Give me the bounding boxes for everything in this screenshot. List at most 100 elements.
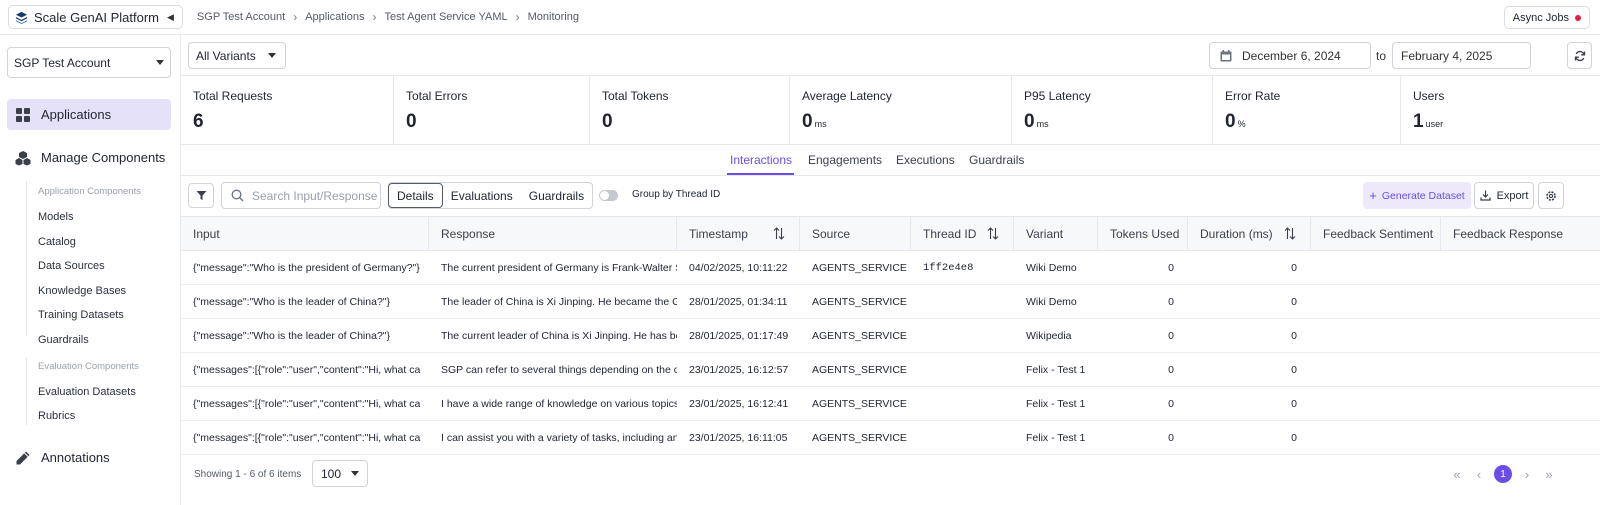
column-header-source[interactable]: Source	[800, 217, 911, 251]
sidebar-item-data-sources[interactable]: Data Sources	[38, 260, 105, 272]
generate-dataset-button[interactable]: + Generate Dataset	[1363, 182, 1471, 209]
cell-feedback-response	[1441, 251, 1600, 285]
sort-icon[interactable]	[987, 227, 999, 240]
cell-feedback-response	[1441, 387, 1600, 421]
refresh-button[interactable]	[1567, 42, 1592, 69]
status-dot-icon	[1575, 14, 1581, 21]
breadcrumb-item[interactable]: Applications	[305, 11, 364, 23]
chevron-down-icon	[268, 53, 276, 58]
search-input[interactable]	[252, 188, 377, 203]
cell-source: AGENTS_SERVICE	[812, 364, 907, 376]
next-page-icon[interactable]: ›	[1520, 467, 1534, 482]
tab-guardrails[interactable]: Guardrails	[969, 153, 1024, 167]
column-header-feedback-response[interactable]: Feedback Response	[1441, 217, 1600, 251]
cell-variant: Felix - Test 1	[1026, 432, 1086, 444]
filter-bar: All Variants December 6, 2024 to Februar…	[181, 35, 1600, 76]
table-settings-button[interactable]	[1538, 182, 1564, 209]
plus-icon: +	[1369, 188, 1377, 203]
sidebar-item-annotations[interactable]: Annotations	[7, 442, 171, 473]
table-row[interactable]: {"message":"Who is the leader of China?"…	[181, 319, 1600, 353]
cell-variant: Wiki Demo	[1026, 262, 1077, 274]
cell-feedback-response	[1441, 285, 1600, 319]
cell-tokens-used: 0	[1168, 262, 1174, 274]
filter-button[interactable]	[188, 183, 214, 208]
table-row[interactable]: {"messages":[{"role":"user","content":"H…	[181, 387, 1600, 421]
metric-card: Total Tokens 0	[590, 76, 790, 145]
platform-switcher[interactable]: Scale GenAI Platform ◀	[8, 5, 183, 29]
metrics-row: Total Requests 6 Total Errors 0 Total To…	[181, 76, 1600, 145]
chevron-right-icon: ›	[293, 10, 298, 24]
table-row[interactable]: {"messages":[{"role":"user","content":"H…	[181, 421, 1600, 455]
metric-label: Average Latency	[802, 89, 892, 103]
breadcrumb-item[interactable]: SGP Test Account	[197, 11, 285, 23]
account-select-value: SGP Test Account	[14, 55, 111, 70]
sidebar-item-applications[interactable]: Applications	[7, 99, 171, 130]
sidebar-item-knowledge-bases[interactable]: Knowledge Bases	[38, 285, 126, 297]
search-field[interactable]	[221, 182, 381, 209]
sidebar-item-label: Annotations	[41, 450, 110, 465]
cell-tokens-used: 0	[1168, 432, 1174, 444]
column-header-response[interactable]: Response	[429, 217, 677, 251]
variants-select[interactable]: All Variants	[188, 42, 286, 69]
sort-icon[interactable]	[1284, 227, 1296, 240]
last-page-icon[interactable]: »	[1542, 467, 1556, 482]
cell-input: {"message":"Who is the leader of China?"…	[193, 330, 391, 342]
cell-thread-id	[911, 353, 1014, 387]
table-row[interactable]: {"message":"Who is the leader of China?"…	[181, 285, 1600, 319]
column-header-input[interactable]: Input	[181, 217, 429, 251]
page-size-select[interactable]: 100	[312, 460, 368, 487]
export-button[interactable]: Export	[1474, 182, 1534, 209]
tab-interactions[interactable]: Interactions	[730, 153, 792, 167]
sidebar-item-models[interactable]: Models	[38, 211, 73, 223]
table-row[interactable]: {"message":"Who is the president of Germ…	[181, 251, 1600, 285]
column-header-variant[interactable]: Variant	[1014, 217, 1098, 251]
metric-value: 6	[193, 111, 204, 133]
segment-details[interactable]: Details	[388, 183, 443, 208]
chevron-right-icon: ›	[372, 10, 377, 24]
group-by-thread-toggle[interactable]	[599, 190, 618, 201]
tab-executions[interactable]: Executions	[896, 153, 955, 167]
section-header: Application Components	[38, 186, 141, 197]
first-page-icon[interactable]: «	[1450, 467, 1464, 482]
metric-value: 0	[602, 111, 613, 133]
metric-number: 0	[406, 111, 417, 132]
sidebar-item-catalog[interactable]: Catalog	[38, 236, 76, 248]
sidebar-item-manage-components[interactable]: Manage Components	[7, 142, 171, 173]
cell-timestamp: 23/01/2025, 16:12:57	[689, 364, 789, 376]
metric-label: Error Rate	[1225, 89, 1281, 103]
cell-input: {"messages":[{"role":"user","content":"H…	[193, 364, 421, 376]
sidebar-item-guardrails[interactable]: Guardrails	[38, 334, 89, 346]
cell-input: {"messages":[{"role":"user","content":"H…	[193, 398, 421, 410]
sidebar-item-training-datasets[interactable]: Training Datasets	[38, 309, 124, 321]
metric-unit: ms	[1036, 119, 1049, 129]
breadcrumb-item[interactable]: Test Agent Service YAML	[385, 11, 508, 23]
cell-thread-id	[911, 387, 1014, 421]
metric-card: Users 1 user	[1401, 76, 1600, 145]
async-jobs-button[interactable]: Async Jobs	[1503, 6, 1590, 29]
page-number-current[interactable]: 1	[1494, 465, 1512, 483]
prev-page-icon[interactable]: ‹	[1472, 467, 1486, 482]
sidebar-item-evaluation-datasets[interactable]: Evaluation Datasets	[38, 386, 136, 398]
active-tab-indicator	[727, 173, 794, 175]
sidebar-item-rubrics[interactable]: Rubrics	[38, 410, 75, 422]
cell-feedback-response	[1441, 421, 1600, 455]
table-row[interactable]: {"messages":[{"role":"user","content":"H…	[181, 353, 1600, 387]
column-header-duration[interactable]: Duration (ms)	[1188, 217, 1311, 251]
metric-value: 1 user	[1413, 111, 1443, 133]
segment-evaluations[interactable]: Evaluations	[443, 183, 521, 208]
date-to-input[interactable]: February 4, 2025	[1392, 42, 1531, 69]
column-header-feedback-sentiment[interactable]: Feedback Sentiment	[1311, 217, 1441, 251]
segment-guardrails[interactable]: Guardrails	[521, 183, 592, 208]
tree-line	[26, 358, 27, 425]
sort-icon[interactable]	[773, 227, 785, 240]
account-select[interactable]: SGP Test Account	[7, 47, 171, 78]
chevron-right-icon: ›	[515, 10, 520, 24]
date-from-value: December 6, 2024	[1242, 48, 1341, 63]
column-header-thread-id[interactable]: Thread ID	[911, 217, 1014, 251]
cell-variant: Wiki Demo	[1026, 296, 1077, 308]
tab-engagements[interactable]: Engagements	[808, 153, 882, 167]
cell-response: The current president of Germany is Fran…	[441, 262, 677, 274]
column-header-timestamp[interactable]: Timestamp	[677, 217, 800, 251]
date-from-input[interactable]: December 6, 2024	[1209, 42, 1371, 69]
column-header-tokens-used[interactable]: Tokens Used	[1098, 217, 1188, 251]
